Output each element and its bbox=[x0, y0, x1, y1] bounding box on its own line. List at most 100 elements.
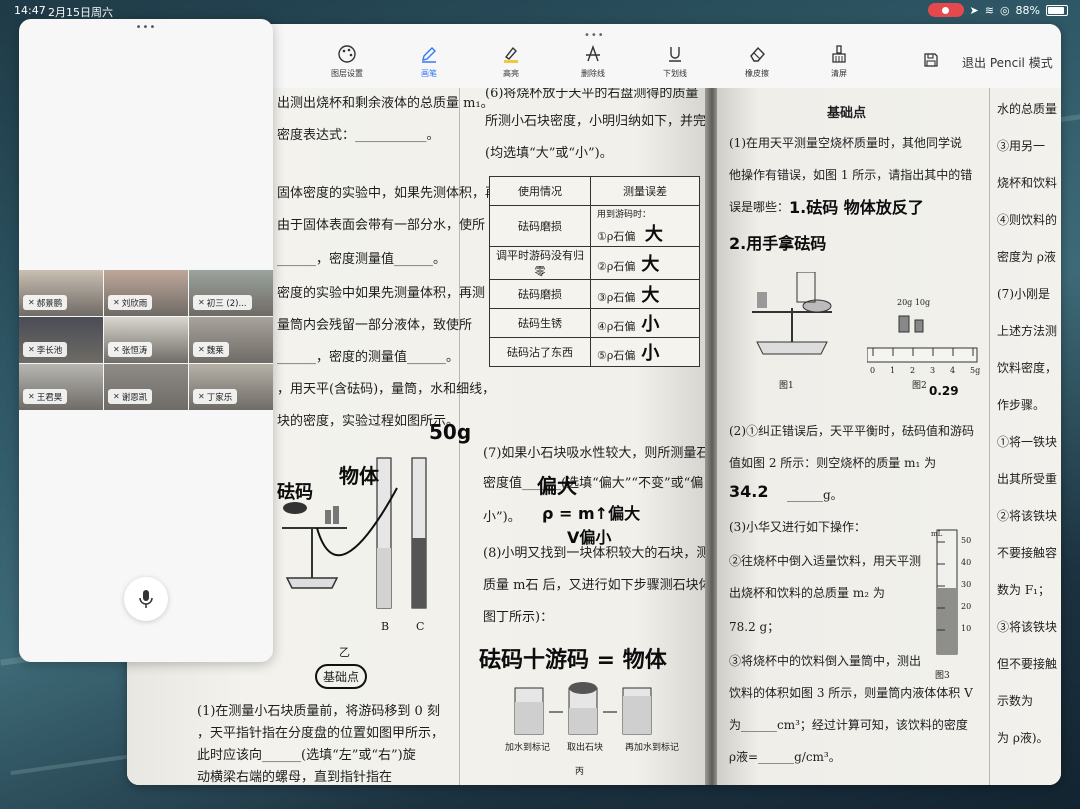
participant-tile[interactable]: ✕ 李长池 bbox=[19, 317, 103, 363]
page-right: 基础点 (1)在用天平测量空烧杯质量时，其他同学说 他操作有错误，如图 1 所示… bbox=[717, 88, 1061, 785]
participant-name: 郝景鹏 bbox=[36, 298, 63, 309]
tool-label: 橡皮擦 bbox=[745, 69, 769, 78]
text-line: 密度值______(选填“偏大”“不变”或“偏 bbox=[483, 476, 704, 491]
handwriting: 50g bbox=[429, 420, 472, 444]
tool-highlight[interactable]: 高亮 bbox=[481, 44, 541, 79]
cylinder-tick-label: 20 bbox=[961, 602, 972, 611]
error-table: 使用情况 测量误差 砝码磨损 用到游码时： ①ρ石偏 大 调平时游码没有归零 ②… bbox=[489, 176, 700, 367]
tool-underline[interactable]: 下划线 bbox=[645, 44, 705, 79]
ruler-tick-label: 0 bbox=[870, 366, 876, 375]
handwriting: 偏大 bbox=[537, 474, 577, 498]
table-cell: ①ρ石偏 bbox=[597, 229, 636, 243]
text-line: (2)①纠正错误后，天平平衡时，砝码值和游码 bbox=[729, 424, 974, 438]
text-line: 图丁所示)： bbox=[483, 610, 554, 625]
participant-tile[interactable]: ✕ 初三 (2)... bbox=[189, 270, 273, 316]
participant-name: 李长池 bbox=[36, 345, 63, 356]
column-divider bbox=[989, 88, 990, 785]
handwriting: 砝码十游码 = 物体 bbox=[479, 648, 667, 673]
strikethrough-icon bbox=[586, 44, 600, 62]
text-line: 小”)。 bbox=[483, 510, 521, 525]
wifi-icon: ≋ bbox=[984, 3, 994, 17]
eraser-icon bbox=[750, 46, 765, 62]
participant-tile[interactable]: ✕ 王君昊 bbox=[19, 364, 103, 410]
status-bar: 14:47 2月15日周六 ➤ ≋ ◎ 88% bbox=[0, 0, 1080, 20]
status-time: 14:47 bbox=[14, 4, 46, 17]
text-line: 出烧杯和饮料的总质量 m₂ 为 bbox=[729, 586, 885, 600]
text-line: ，用天平(含砝码)，量筒，水和细线， bbox=[277, 382, 496, 397]
mic-off-icon: ✕ bbox=[113, 392, 120, 401]
cylinder-tick-label: 10 bbox=[961, 624, 972, 633]
microphone-button[interactable] bbox=[124, 577, 168, 621]
handwritten-answer: 大 bbox=[641, 254, 660, 275]
mic-off-icon: ✕ bbox=[198, 392, 205, 401]
tool-clear-screen[interactable]: 清屏 bbox=[809, 44, 869, 79]
handwriting: V偏小 bbox=[567, 528, 612, 547]
participant-tile[interactable]: ✕ 丁家乐 bbox=[189, 364, 273, 410]
exit-pencil-mode-button[interactable]: 退出 Pencil 模式 bbox=[962, 54, 1053, 71]
save-icon[interactable] bbox=[923, 52, 939, 68]
text-line: 由于固体表面会带有一部分水，使所 bbox=[277, 218, 486, 233]
tool-layer-settings[interactable]: 图层设置 bbox=[317, 44, 377, 79]
participant-tile[interactable]: ✕ 魏莱 bbox=[189, 317, 273, 363]
text-line: ①将一铁块 bbox=[997, 435, 1058, 449]
tool-strikethrough[interactable]: 删除线 bbox=[563, 44, 623, 79]
handwriting: ρ = m↑偏大 bbox=[542, 504, 641, 523]
table-cell: ③ρ石偏 bbox=[597, 291, 636, 304]
mic-off-icon: ✕ bbox=[113, 298, 120, 307]
table-cell: ②ρ石偏 bbox=[597, 260, 636, 273]
text-line: 数为 F₁； bbox=[997, 583, 1050, 597]
text-line: 但不要接触 bbox=[997, 657, 1058, 671]
text-line: 烧杯和饮料 bbox=[997, 176, 1058, 190]
tool-eraser[interactable]: 橡皮擦 bbox=[727, 44, 787, 79]
table-cell: 调平时游码没有归零 bbox=[489, 246, 591, 280]
participant-name: 初三 (2)... bbox=[206, 298, 247, 309]
mic-off-icon: ✕ bbox=[198, 298, 205, 307]
handwriting: 物体 bbox=[339, 464, 379, 488]
text-line: 他操作有错误，如图 1 所示，请指出其中的错 bbox=[729, 168, 973, 182]
text-line: 上述方法测 bbox=[997, 324, 1058, 338]
figure-volume-steps bbox=[514, 682, 652, 735]
participant-name: 刘欣雨 bbox=[121, 298, 148, 309]
table-header: 使用情况 bbox=[489, 176, 591, 206]
ruler bbox=[867, 347, 978, 363]
text-line: 饮料的体积如图 3 所示，则量筒内液体体积 V bbox=[729, 686, 973, 700]
mic-off-icon: ✕ bbox=[198, 345, 205, 354]
tool-pen[interactable]: 画笔 bbox=[399, 44, 459, 79]
figure-3-cylinder bbox=[936, 529, 958, 655]
text-line: 饮料密度， bbox=[997, 361, 1058, 375]
text-line: ④则饮料的 bbox=[997, 213, 1058, 227]
screen-recording-indicator[interactable] bbox=[927, 3, 964, 17]
participant-name: 王君昊 bbox=[36, 392, 63, 403]
table-cell: ⑤ρ石偏 bbox=[597, 349, 636, 362]
battery-fill bbox=[1048, 6, 1064, 14]
mic-off-icon: ✕ bbox=[28, 345, 35, 354]
underline-icon bbox=[669, 47, 681, 62]
location-icon: ➤ bbox=[969, 3, 979, 17]
text-line: ②将该铁块 bbox=[997, 509, 1058, 523]
participant-tile[interactable]: ✕ 谢恩凯 bbox=[104, 364, 188, 410]
cylinder-tick-label: 40 bbox=[961, 558, 972, 567]
tool-label: 下划线 bbox=[663, 69, 687, 78]
figure-caption: 丙 bbox=[575, 767, 585, 777]
status-date: 2月15日周六 bbox=[48, 6, 113, 19]
text-line: ③用另一 bbox=[997, 139, 1046, 153]
participant-tile[interactable]: ✕ 张恒涛 bbox=[104, 317, 188, 363]
tool-label: 图层设置 bbox=[331, 69, 363, 78]
panel-grabber[interactable]: ••• bbox=[19, 22, 273, 33]
participant-tile[interactable]: ✕ 刘欣雨 bbox=[104, 270, 188, 316]
text-line: 不要接触容 bbox=[997, 546, 1058, 560]
text-line: 出测出烧杯和剩余液体的总质量 m₁。 bbox=[277, 96, 494, 111]
meeting-panel: ••• ✕ 郝景鹏 ✕ 刘欣雨 ✕ 初三 (2)... ✕ 李长池 ✕ 张恒涛 ✕ 魏莱 ✕… bbox=[19, 19, 273, 662]
weights-icon bbox=[898, 315, 924, 333]
handwriting: 34.2 bbox=[729, 482, 769, 501]
figure-caption: 加水到标记 bbox=[505, 743, 551, 753]
figure-caption: 图2 bbox=[912, 381, 927, 391]
ruler-tick-label: 2 bbox=[910, 366, 916, 375]
participant-name: 魏莱 bbox=[206, 345, 224, 356]
participant-tile[interactable]: ✕ 郝景鹏 bbox=[19, 270, 103, 316]
mic-off-icon: ✕ bbox=[28, 298, 35, 307]
handwritten-answer: 小 bbox=[641, 314, 660, 335]
text-line: ②往烧杯中倒入适量饮料，用天平测 bbox=[729, 554, 922, 568]
window-grabber[interactable]: ••• bbox=[584, 30, 605, 41]
figure-label-b: B bbox=[381, 620, 390, 633]
